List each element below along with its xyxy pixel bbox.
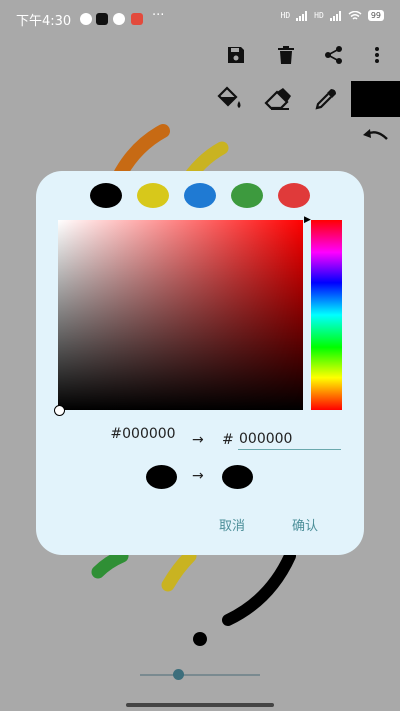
color-picker-dialog: ▶ #000000 → # → 取消 确认 (36, 171, 364, 555)
green-stroke (91, 549, 129, 579)
signal-icon-1: HD (280, 10, 291, 20)
eraser-icon (264, 88, 291, 110)
hue-slider[interactable] (311, 220, 342, 410)
swatch-green[interactable] (231, 183, 263, 208)
swatch-red[interactable] (278, 183, 310, 208)
gesture-nav-handle[interactable] (126, 703, 274, 707)
save-icon (228, 47, 244, 63)
cancel-button[interactable]: 取消 (219, 515, 245, 534)
hue-marker-icon[interactable]: ▶ (304, 215, 311, 225)
more-notifications-icon: ··· (152, 8, 165, 23)
sv-marker[interactable] (54, 405, 65, 416)
share-icon (325, 46, 342, 64)
swatch-black[interactable] (90, 183, 122, 208)
brush-size-thumb[interactable] (172, 669, 184, 680)
status-right: HD HD 99 (281, 10, 384, 21)
notification-icon-1 (80, 13, 92, 25)
eyedropper-tool-button[interactable] (312, 85, 340, 113)
black-dot (193, 632, 207, 646)
fill-bucket-icon (217, 86, 241, 108)
status-time: 下午4:30 (16, 14, 72, 29)
app-badge-icon (131, 13, 143, 25)
swatch-yellow[interactable] (137, 183, 169, 208)
fill-tool-button[interactable] (214, 85, 244, 113)
old-hex-value: #000000 (110, 426, 176, 442)
message-icon (113, 13, 125, 25)
tiktok-icon (96, 13, 108, 25)
swatch-blue[interactable] (184, 183, 216, 208)
undo-button[interactable] (360, 125, 390, 149)
hex-input[interactable] (238, 429, 341, 450)
brush-size-slider[interactable] (140, 674, 260, 676)
eraser-tool-button[interactable] (262, 85, 294, 113)
current-color-swatch[interactable] (351, 81, 400, 117)
signal-bars-icon-1 (296, 10, 308, 21)
wifi-icon (348, 10, 362, 20)
more-button[interactable] (365, 43, 389, 67)
arrow-icon: → (192, 432, 204, 448)
saturation-value-picker[interactable] (58, 220, 303, 410)
save-button[interactable] (224, 43, 248, 67)
undo-icon (363, 129, 388, 140)
confirm-button[interactable]: 确认 (292, 515, 318, 534)
eyedropper-icon (315, 89, 336, 110)
arrow-icon-preview: → (192, 468, 204, 484)
old-color-preview (146, 465, 177, 489)
black-stroke (222, 550, 296, 626)
more-vert-icon (375, 47, 379, 63)
battery-icon: 99 (367, 10, 384, 21)
share-button[interactable] (322, 43, 346, 67)
trash-icon (278, 46, 294, 64)
yellow-stroke-bottom (161, 549, 197, 592)
signal-icon-2: HD (314, 10, 324, 20)
new-color-preview (222, 465, 253, 489)
status-bar: 下午4:30 ··· HD HD 99 (0, 0, 400, 36)
signal-bars-icon-2 (329, 10, 341, 21)
hex-prefix: # (222, 432, 234, 448)
delete-button[interactable] (274, 43, 298, 67)
